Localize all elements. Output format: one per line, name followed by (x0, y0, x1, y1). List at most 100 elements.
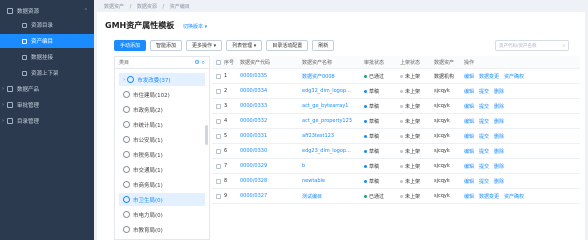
asset-code-link[interactable]: 0000/0332 (240, 118, 302, 124)
sidebar-group-approval[interactable]: › 审批管理 (0, 98, 94, 112)
row-action-1[interactable]: 编辑 (464, 163, 474, 170)
sidebar-group-data-resource[interactable]: 数据资源 ⌃ (0, 4, 94, 18)
table-row[interactable]: 5 0000/0331 aff23test123 草稿 未上架 sjcqyk 编… (212, 129, 580, 144)
asset-code-link[interactable]: 0000/0334 (240, 88, 302, 94)
asset-name-link[interactable]: newtable (302, 178, 364, 184)
row-action-1[interactable]: 编辑 (464, 103, 474, 110)
row-checkbox[interactable] (215, 148, 221, 154)
tree-item[interactable]: 市政务局(2) (123, 103, 163, 116)
sidebar-item-resource-catalog[interactable]: 资源目录 (0, 18, 94, 32)
row-action-1[interactable]: 编辑 (464, 193, 474, 200)
tree-item-label: 市统计局(1) (133, 122, 163, 129)
tree-scrollbar[interactable] (205, 125, 208, 145)
tree-settings-icon[interactable]: ⚙ ⌕ (194, 59, 205, 67)
tree-item[interactable]: 市统计局(1) (123, 118, 163, 131)
row-action-3[interactable]: 删除 (494, 88, 504, 95)
tree-item[interactable]: 市卫生局(0) (119, 193, 205, 206)
asset-code-link[interactable]: 0000/0331 (240, 133, 302, 139)
row-checkbox[interactable] (215, 178, 221, 184)
row-action-2[interactable]: 数据变更 (479, 193, 499, 200)
row-action-1[interactable]: 编辑 (464, 133, 474, 140)
sidebar-item-asset-cataloging[interactable]: 资产编目 (0, 34, 94, 48)
row-checkbox[interactable] (215, 133, 221, 139)
row-checkbox[interactable] (215, 118, 221, 124)
row-checkbox[interactable] (215, 163, 221, 169)
asset-name-link[interactable]: b (302, 163, 364, 169)
tree-item[interactable]: 市商务局(1) (123, 178, 163, 191)
row-action-3[interactable]: 资产确权 (504, 193, 524, 200)
row-action-1[interactable]: 编辑 (464, 88, 474, 95)
row-action-2[interactable]: 提交 (479, 88, 489, 95)
row-action-3[interactable]: 资产确权 (504, 73, 524, 80)
asset-code-link[interactable]: 0000/0335 (240, 73, 302, 79)
table-row[interactable]: 7 0000/0329 b 草稿 未上架 sjcqyk 编辑 提交 删除 (212, 159, 580, 174)
table-row[interactable]: 8 0000/0328 newtable 草稿 未上架 sjcqyk 编辑 提交… (212, 174, 580, 189)
asset-code-link[interactable]: 0000/0329 (240, 163, 302, 169)
row-action-1[interactable]: 编辑 (464, 148, 474, 155)
asset-name-link[interactable]: 数据资产0008 (302, 73, 364, 80)
row-action-3[interactable]: 删除 (494, 148, 504, 155)
row-action-3[interactable]: 删除 (494, 163, 504, 170)
tree-item[interactable]: 市交通局(1) (123, 163, 163, 176)
status-dot-icon (400, 119, 403, 123)
smart-add-button[interactable]: 智能添加 (150, 40, 183, 51)
row-action-1[interactable]: 编辑 (464, 178, 474, 185)
list-manage-button[interactable]: 列表管理 ▾ (226, 40, 263, 51)
tree-item[interactable]: 市税务局(1) (123, 148, 163, 161)
asset-code-link[interactable]: 0000/0327 (240, 193, 302, 199)
row-action-2[interactable]: 提交 (479, 133, 489, 140)
row-checkbox[interactable] (215, 73, 221, 79)
row-action-3[interactable]: 删除 (494, 103, 504, 110)
row-action-2[interactable]: 提交 (479, 103, 489, 110)
tree-item[interactable]: 市教育局(0) (123, 223, 163, 236)
row-checkbox[interactable] (215, 103, 221, 109)
table-row[interactable]: 6 0000/0330 edg23_dim_logop... 草稿 未上架 sj… (212, 144, 580, 159)
row-action-1[interactable]: 编辑 (464, 118, 474, 125)
tree-item[interactable]: 市住建局(102) (123, 88, 170, 101)
table-row[interactable]: 4 0000/0332 act_ge_property123 草稿 未上架 sj… (212, 114, 580, 129)
breadcrumb-item[interactable]: 数据资源 (137, 4, 157, 10)
tree-item[interactable]: 市公安局(1) (123, 133, 163, 146)
asset-name-link[interactable]: edg23_dim_logop... (302, 148, 364, 154)
sidebar-item-data-mount[interactable]: 数据挂接 (0, 50, 94, 64)
manual-add-button[interactable]: 手动添加 (114, 40, 147, 51)
sidebar-group-label: 目录管理 (17, 119, 40, 125)
row-action-3[interactable]: 删除 (494, 118, 504, 125)
row-checkbox[interactable] (215, 193, 221, 199)
sidebar-group-catalog-mgmt[interactable]: › 目录管理 (0, 114, 94, 128)
more-actions-button[interactable]: 更多操作 ▾ (186, 40, 223, 51)
switch-version-button[interactable]: 切换版本 ▾ (183, 24, 207, 30)
sidebar-group-data-product[interactable]: › 数据产品 (0, 82, 94, 96)
asset-code-link[interactable]: 0000/0333 (240, 103, 302, 109)
row-action-2[interactable]: 提交 (479, 118, 489, 125)
row-actions: 编辑 提交 删除 (464, 163, 534, 170)
select-all-checkbox[interactable] (215, 59, 221, 65)
asset-code-link[interactable]: 0000/0330 (240, 148, 302, 154)
asset-name-link[interactable]: act_ge_bytearray1 (302, 103, 364, 109)
row-action-2[interactable]: 提交 (479, 148, 489, 155)
row-action-1[interactable]: 编辑 (464, 73, 474, 80)
row-action-2[interactable]: 数据变更 (479, 73, 499, 80)
org-icon (123, 106, 130, 113)
table-row[interactable]: 2 0000/0334 edg32_dim_logop... 草稿 未上架 sj… (212, 84, 580, 99)
table-row[interactable]: 3 0000/0333 act_ge_bytearray1 草稿 未上架 sjc… (212, 99, 580, 114)
table-row[interactable]: 1 0000/0335 数据资产0008 已通过 未上架 数据机构 编辑 数据变… (212, 69, 580, 84)
refresh-button[interactable]: 刷新 (312, 40, 335, 51)
row-action-3[interactable]: 删除 (494, 133, 504, 140)
sidebar-item-resource-shelf[interactable]: 资源上下架 (0, 66, 94, 80)
tree-item[interactable]: 市电力局(0) (123, 208, 163, 221)
row-action-2[interactable]: 提交 (479, 178, 489, 185)
catalog-activity-config-button[interactable]: 目录活动配置 (266, 40, 309, 51)
asset-name-link[interactable]: act_ge_property123 (302, 118, 364, 124)
row-action-3[interactable]: 删除 (494, 178, 504, 185)
table-row[interactable]: 9 0000/0327 测试编目 已通过 未上架 sjcqyk 编辑 数据变更 … (212, 189, 580, 204)
asset-code-link[interactable]: 0000/0328 (240, 178, 302, 184)
asset-name-link[interactable]: aff23test123 (302, 133, 364, 139)
row-checkbox[interactable] (215, 88, 221, 94)
breadcrumb-item[interactable]: 数据资产 (104, 4, 124, 10)
asset-name-link[interactable]: 测试编目 (302, 193, 364, 200)
row-action-2[interactable]: 提交 (479, 163, 489, 170)
search-input[interactable]: 资产代码/资产名称 ⌕ (495, 40, 569, 51)
tree-item[interactable]: › 市发改委(37) (119, 73, 205, 86)
asset-name-link[interactable]: edg32_dim_logop... (302, 88, 364, 94)
